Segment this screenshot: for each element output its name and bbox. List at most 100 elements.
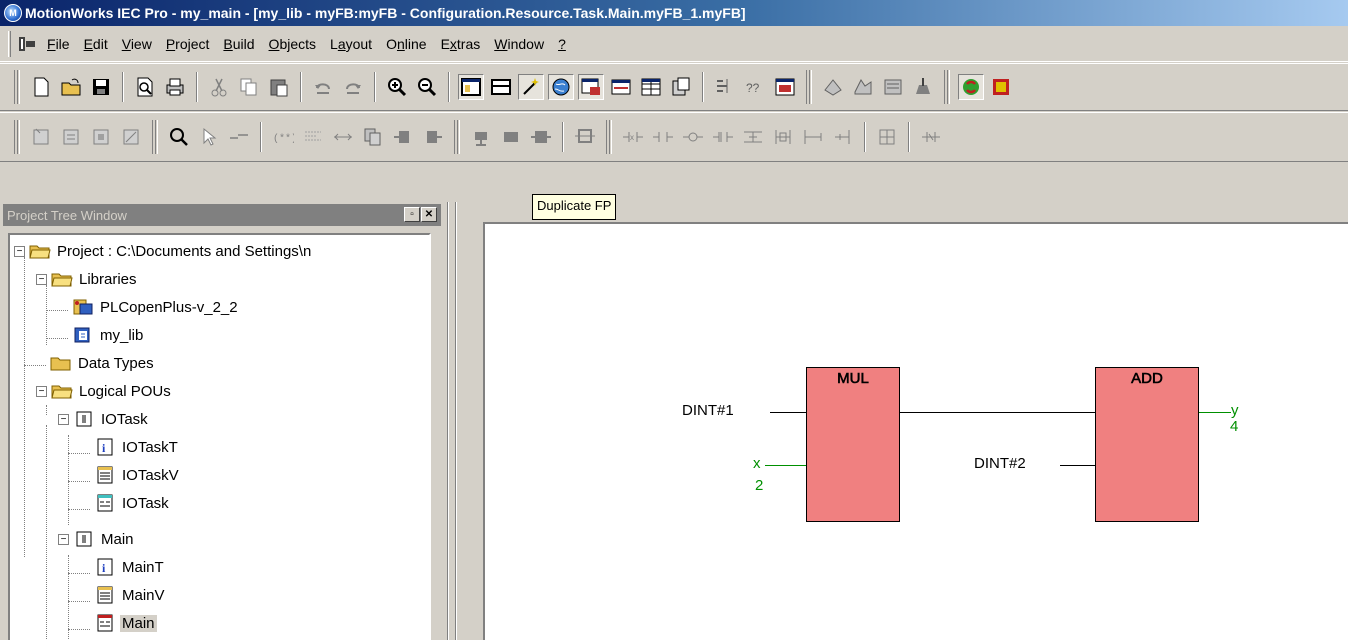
tree-node-iotask-code[interactable]: IOTask <box>94 489 171 517</box>
menu-item[interactable]: Objects <box>263 36 324 52</box>
force-icon[interactable] <box>988 74 1014 100</box>
variable-table-icon[interactable] <box>638 74 664 100</box>
menu-grip[interactable] <box>8 30 11 57</box>
toolbar-grip[interactable] <box>14 120 20 154</box>
window-splitter[interactable] <box>441 162 479 640</box>
search-icon[interactable] <box>166 124 192 150</box>
cut-icon[interactable] <box>206 74 232 100</box>
insert-fp-icon[interactable] <box>28 124 54 150</box>
new-file-icon[interactable] <box>28 74 54 100</box>
compile-icon[interactable] <box>820 74 846 100</box>
rebuild-icon[interactable] <box>880 74 906 100</box>
collapse-toggle-icon[interactable]: − <box>36 385 47 397</box>
mul-function-block[interactable]: MUL <box>806 367 900 522</box>
print-icon[interactable] <box>162 74 188 100</box>
insert-fb-icon[interactable] <box>58 124 84 150</box>
document-menu-icon[interactable] <box>17 34 37 54</box>
project-tree-toggle-icon[interactable] <box>458 74 484 100</box>
ld-parallel-contact-icon[interactable] <box>710 124 736 150</box>
menu-item[interactable]: Layout <box>324 36 380 52</box>
ld-open-contact-icon[interactable] <box>650 124 676 150</box>
menu-item[interactable]: File <box>41 36 78 52</box>
ld-network-icon[interactable] <box>874 124 900 150</box>
network-icon[interactable] <box>572 124 598 150</box>
menu-item[interactable]: Extras <box>435 36 489 52</box>
fbd-editor[interactable]: MUL ADD DINT#1 x 2 DINT#2 y 4 <box>483 222 1348 640</box>
connection-line-icon[interactable] <box>226 124 252 150</box>
instance-tree-icon[interactable] <box>712 74 738 100</box>
redo-icon[interactable] <box>340 74 366 100</box>
tree-node-project[interactable]: − Project : C:\Documents and Settings\n <box>14 237 313 265</box>
ld-coil-icon[interactable] <box>680 124 706 150</box>
edit-fp-icon[interactable] <box>118 124 144 150</box>
tree-node-iotaskv[interactable]: IOTaskV <box>94 461 181 489</box>
jump-icon[interactable] <box>330 124 356 150</box>
project-tree-title-bar[interactable]: Project Tree Window ▫ ✕ <box>3 204 441 226</box>
tree-node-maint[interactable]: i MainT <box>94 553 166 581</box>
mul-input-2-variable[interactable]: x <box>753 455 761 472</box>
zoom-in-icon[interactable] <box>384 74 410 100</box>
duplicate-fp-icon[interactable] <box>360 124 386 150</box>
collapse-toggle-icon[interactable]: − <box>14 245 25 257</box>
add-function-block[interactable]: ADD <box>1095 367 1199 522</box>
ld-jump-icon[interactable] <box>918 124 944 150</box>
comment-icon[interactable] <box>300 124 326 150</box>
tree-node-my-lib[interactable]: my_lib <box>72 321 145 349</box>
ld-contact-icon[interactable]: x <box>620 124 646 150</box>
tree-node-iotask[interactable]: − IOTask <box>58 405 150 433</box>
insert-block-icon[interactable] <box>528 124 554 150</box>
download-icon[interactable] <box>910 74 936 100</box>
help-on-fb-icon[interactable]: ?? <box>742 74 768 100</box>
copy-icon[interactable] <box>236 74 262 100</box>
menu-item[interactable]: View <box>116 36 160 52</box>
ld-branch-below-icon[interactable] <box>770 124 796 150</box>
tree-node-main-code[interactable]: Main <box>94 609 157 637</box>
print-preview-icon[interactable] <box>132 74 158 100</box>
message-window-icon[interactable] <box>488 74 514 100</box>
tree-node-data-types[interactable]: Data Types <box>50 349 156 377</box>
app-icon[interactable]: M <box>4 4 22 22</box>
fb-input-icon[interactable] <box>390 124 416 150</box>
tree-node-main[interactable]: − Main <box>58 525 136 553</box>
toolbar-grip[interactable] <box>606 120 612 154</box>
tree-node-logical-pous[interactable]: − Logical POUs <box>36 377 173 405</box>
collapse-toggle-icon[interactable]: − <box>58 413 69 425</box>
mul-input-1-constant[interactable]: DINT#1 <box>682 402 734 419</box>
zoom-out-icon[interactable] <box>414 74 440 100</box>
tree-node-plcopen[interactable]: PLCopenPlus-v_2_2 <box>72 293 240 321</box>
cross-reference-icon[interactable] <box>608 74 634 100</box>
debug-online-icon[interactable] <box>958 74 984 100</box>
watch-window-icon[interactable] <box>578 74 604 100</box>
toolbar-grip[interactable] <box>806 70 812 104</box>
fb-output-icon[interactable] <box>420 124 446 150</box>
edit-wizard-icon[interactable] <box>518 74 544 100</box>
select-pointer-icon[interactable] <box>196 124 222 150</box>
ld-right-rail-icon[interactable] <box>830 124 856 150</box>
menu-item[interactable]: ? <box>552 36 574 52</box>
ld-left-rail-icon[interactable] <box>800 124 826 150</box>
menu-item[interactable]: Project <box>160 36 218 52</box>
project-tree[interactable]: − Project : C:\Documents and Settings\n … <box>8 233 431 640</box>
ld-branch-above-icon[interactable] <box>740 124 766 150</box>
make-icon[interactable] <box>850 74 876 100</box>
add-input-2-constant[interactable]: DINT#2 <box>974 455 1026 472</box>
replace-fp-icon[interactable] <box>88 124 114 150</box>
toolbar-grip[interactable] <box>152 120 158 154</box>
variable-icon[interactable]: (**) <box>270 124 296 150</box>
collapse-toggle-icon[interactable]: − <box>36 273 47 285</box>
menu-item[interactable]: Build <box>217 36 262 52</box>
display-window-icon[interactable] <box>772 74 798 100</box>
paste-icon[interactable] <box>266 74 292 100</box>
tree-node-mainv[interactable]: MainV <box>94 581 167 609</box>
tree-node-libraries[interactable]: − Libraries <box>36 265 139 293</box>
toolbar-grip[interactable] <box>454 120 460 154</box>
menu-item[interactable]: Edit <box>78 36 116 52</box>
insert-coil-icon[interactable] <box>498 124 524 150</box>
open-folder-icon[interactable] <box>58 74 84 100</box>
restore-button[interactable]: ▫ <box>404 207 420 222</box>
menu-item[interactable]: Window <box>488 36 552 52</box>
toolbar-grip[interactable] <box>944 70 950 104</box>
tree-node-iotaskt[interactable]: i IOTaskT <box>94 433 180 461</box>
insert-contact-icon[interactable] <box>468 124 494 150</box>
library-icon[interactable] <box>668 74 694 100</box>
